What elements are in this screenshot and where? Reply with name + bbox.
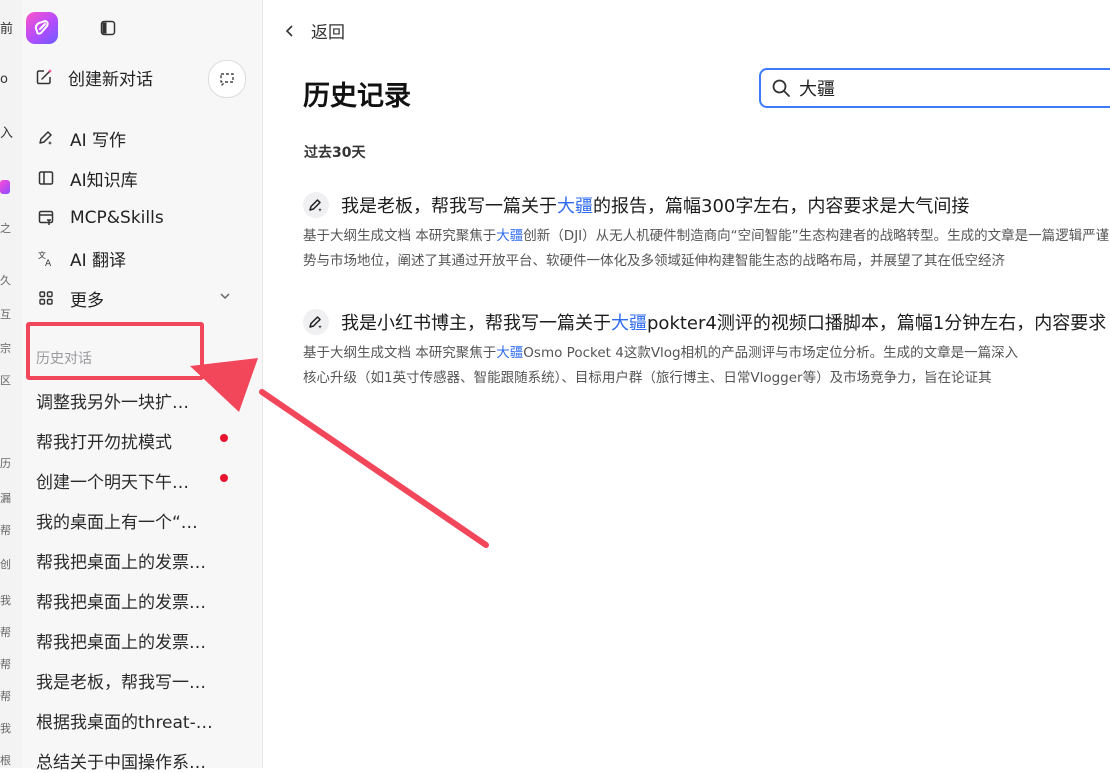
desc-text: 核心升级（如1英寸传感器、智能跟随系统）、目标用户群（旅行博主、日常Vlogge…: [303, 370, 992, 386]
search-input[interactable]: [797, 76, 1081, 100]
background-text: o: [0, 72, 8, 87]
background-text: 根: [0, 754, 11, 767]
search-highlight: 大疆: [496, 228, 524, 244]
background-window-strip: 前 o 入 之 久 互 宗 区 历 漏 帮 创 我 帮 帮 帮 我 根: [0, 0, 22, 768]
result-title-text: 的报告，篇幅300字左右，内容要求是大气间接: [593, 196, 970, 217]
desc-text: 创新（DJI）从无人机硬件制造商向“空间智能”生态构建者的战略转型。生成的文章是…: [523, 228, 1110, 244]
history-item[interactable]: 调整我另外一块扩…: [36, 388, 236, 413]
history-item[interactable]: 帮我把桌面上的发票…: [36, 628, 236, 653]
sidebar-toggle-icon[interactable]: [100, 20, 116, 36]
compose-icon: [34, 67, 54, 87]
history-item[interactable]: 帮我把桌面上的发票…: [36, 548, 236, 573]
period-label: 过去30天: [304, 145, 366, 161]
result-title-text: 我是老板，帮我写一篇关于: [341, 196, 557, 217]
background-text: 帮: [0, 524, 11, 537]
annotation-highlight-box: [26, 322, 204, 380]
history-item[interactable]: 帮我打开勿扰模式: [36, 428, 236, 453]
sidebar-item-label: AI 翻译: [70, 250, 127, 271]
background-text: 区: [0, 374, 11, 387]
history-item[interactable]: 帮我把桌面上的发票…: [36, 588, 236, 613]
desc-text: Osmo Pocket 4这款Vlog相机的产品测评与市场定位分析。生成的文章是…: [523, 345, 1019, 361]
sidebar-item-ai-writing[interactable]: AI 写作: [36, 125, 126, 151]
background-text: 帮: [0, 658, 11, 671]
sidebar-item-label: MCP&Skills: [70, 208, 164, 228]
book-icon: [36, 168, 56, 188]
background-text: 入: [0, 126, 14, 141]
result-item[interactable]: 我是小红书博主，帮我写一篇关于 大疆 pokter4测评的视频口播脚本，篇幅1分钟左…: [303, 309, 1110, 391]
logo-mark-icon: [34, 19, 49, 35]
background-text: 久: [0, 274, 11, 287]
new-chat-item[interactable]: 创建新对话: [34, 64, 153, 90]
result-title[interactable]: 我是小红书博主，帮我写一篇关于 大疆 pokter4测评的视频口播脚本，篇幅1分钟左…: [303, 309, 1110, 335]
page-title: 历史记录: [303, 81, 411, 112]
search-highlight: 大疆: [611, 313, 647, 334]
sidebar-item-label: 更多: [70, 290, 104, 311]
app-logo-icon[interactable]: [26, 12, 58, 44]
pen-sparkle-icon: [303, 309, 329, 335]
unread-dot: [220, 434, 228, 442]
background-text: 互: [0, 308, 11, 321]
sidebar-item-label: AI知识库: [70, 170, 138, 191]
background-text: 帮: [0, 690, 11, 703]
desc-text: 基于大纲生成文档 本研究聚焦于: [303, 345, 497, 361]
result-description: 基于大纲生成文档 本研究聚焦于大疆创新（DJI）从无人机硬件制造商向“空间智能”…: [303, 224, 1110, 274]
background-text: 创: [0, 558, 11, 571]
search-box[interactable]: [759, 68, 1110, 108]
pen-sparkle-icon: [36, 128, 56, 148]
new-chat-button[interactable]: [208, 60, 246, 98]
new-chat-label: 创建新对话: [68, 69, 153, 90]
history-item[interactable]: 总结关于中国操作系…: [36, 748, 236, 773]
result-description: 基于大纲生成文档 本研究聚焦于大疆Osmo Pocket 4这款Vlog相机的产…: [303, 341, 1110, 391]
history-item[interactable]: 我的桌面上有一个“…: [36, 508, 236, 533]
background-app-icon: [0, 180, 10, 194]
search-icon: [772, 79, 790, 97]
background-text: 前: [0, 22, 14, 37]
chevron-down-icon[interactable]: [218, 288, 232, 302]
grid-icon: [36, 288, 56, 308]
history-item[interactable]: 我是老板，帮我写一…: [36, 668, 236, 693]
sidebar-item-mcp-skills[interactable]: MCP&Skills: [36, 205, 164, 231]
sidebar-item-knowledge-base[interactable]: AI知识库: [36, 165, 138, 191]
back-label: 返回: [311, 23, 345, 43]
history-item[interactable]: 根据我桌面的threat-…: [36, 708, 236, 733]
result-title-text: 我是小红书博主，帮我写一篇关于: [341, 313, 611, 334]
unread-dot: [220, 474, 228, 482]
background-text: 我: [0, 722, 11, 735]
background-text: 漏: [0, 492, 11, 505]
sidebar-item-label: AI 写作: [70, 130, 127, 151]
translate-icon: 文 A: [36, 248, 56, 268]
search-highlight: 大疆: [496, 345, 524, 361]
sidebar: 创建新对话 AI 写作 AI知识库 MCP&Skills 文 A AI 翻译 更…: [22, 0, 263, 773]
search-highlight: 大疆: [557, 196, 593, 217]
main-panel: 返回 历史记录 过去30天 我是老板，帮我写一篇关于大疆的报告，篇幅300字左右…: [263, 0, 1110, 768]
desc-text: 势与市场地位，阐述了其通过开放平台、软硬件一体化及多领域延伸构建智能生态的战略布…: [303, 253, 1005, 269]
chevron-left-icon: [285, 24, 293, 37]
plug-icon: [36, 208, 56, 228]
desc-text: 基于大纲生成文档 本研究聚焦于: [303, 228, 497, 244]
background-text: 宗: [0, 342, 11, 355]
background-text: 帮: [0, 626, 11, 639]
result-title-text: pokter4测评的视频口播脚本，篇幅1分钟左右，内容要求: [647, 313, 1107, 334]
background-text: 历: [0, 457, 11, 470]
background-text: 我: [0, 594, 11, 607]
result-title[interactable]: 我是老板，帮我写一篇关于 大疆 的报告，篇幅300字左右，内容要求是大气间接: [303, 192, 1110, 218]
sidebar-item-translate[interactable]: 文 A AI 翻译: [36, 245, 126, 271]
background-text: 之: [0, 222, 11, 235]
result-item[interactable]: 我是老板，帮我写一篇关于 大疆 的报告，篇幅300字左右，内容要求是大气间接 基于大…: [303, 192, 1110, 274]
chat-bubble-icon: [220, 73, 234, 86]
sidebar-item-more[interactable]: 更多: [36, 285, 104, 311]
back-button[interactable]: 返回: [283, 18, 345, 43]
svg-text:A: A: [45, 259, 52, 267]
pen-sparkle-icon: [303, 192, 329, 218]
history-item[interactable]: 创建一个明天下午…: [36, 468, 236, 493]
